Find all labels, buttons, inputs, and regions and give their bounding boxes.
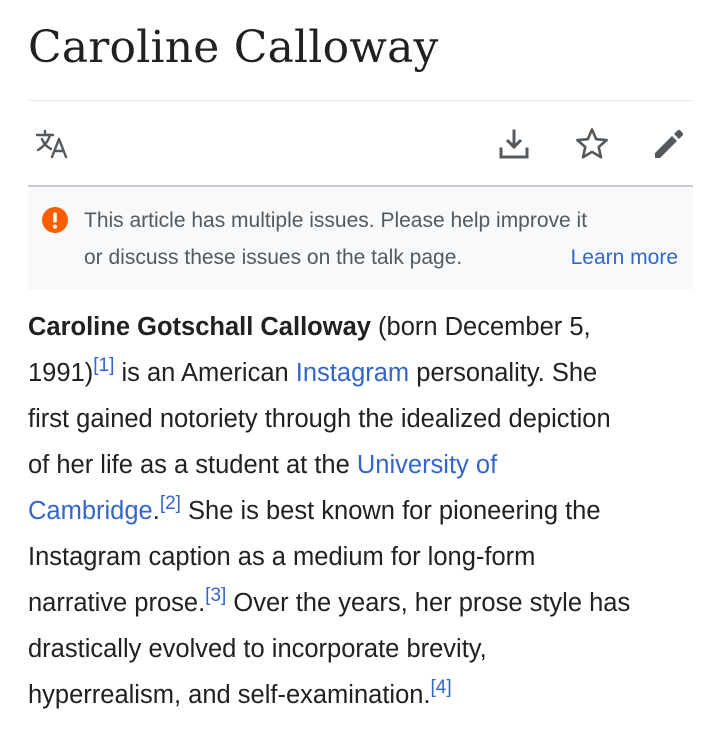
exclamation-circle-icon xyxy=(42,207,68,233)
issues-notice-box: This article has multiple issues. Please… xyxy=(28,187,693,290)
article-line-1: Caroline Gotschall Calloway (born Decemb… xyxy=(28,313,591,341)
article-line-5: Cambridge.[2] She is best known for pion… xyxy=(28,493,601,525)
reference-1[interactable]: [1] xyxy=(93,355,114,376)
pencil-icon xyxy=(655,129,684,158)
article-lead-paragraph: Caroline Gotschall Calloway (born Decemb… xyxy=(28,304,708,718)
article-line-2: 1991)[1] is an American Instagram person… xyxy=(28,355,598,387)
article-line-4: of her life as a student at the Universi… xyxy=(28,451,498,479)
page-title: Caroline Calloway xyxy=(28,22,439,73)
download-button[interactable] xyxy=(494,124,534,164)
language-button[interactable] xyxy=(32,124,72,164)
title-divider xyxy=(28,100,693,101)
university-of-cambridge-link-cont[interactable]: Cambridge xyxy=(28,497,153,525)
article-line-6: Instagram caption as a medium for long-f… xyxy=(28,543,536,571)
learn-more-link[interactable]: Learn more xyxy=(571,239,678,276)
edit-button[interactable] xyxy=(649,124,689,164)
translate-icon xyxy=(35,129,68,159)
download-icon xyxy=(499,129,529,159)
notice-line-1: This article has multiple issues. Please… xyxy=(84,209,588,232)
university-of-cambridge-link[interactable]: University of xyxy=(357,451,497,479)
article-line-9: hyperrealism, and self-examination.[4] xyxy=(28,677,452,709)
article-line-3: first gained notoriety through the ideal… xyxy=(28,405,611,433)
reference-4[interactable]: [4] xyxy=(431,677,452,698)
watch-star-button[interactable] xyxy=(572,124,612,164)
reference-3[interactable]: [3] xyxy=(205,585,226,606)
reference-2[interactable]: [2] xyxy=(160,493,181,514)
article-line-7: narrative prose.[3] Over the years, her … xyxy=(28,585,631,617)
instagram-link[interactable]: Instagram xyxy=(296,359,409,387)
subject-name: Caroline Gotschall Calloway xyxy=(28,313,371,341)
article-line-8: drastically evolved to incorporate brevi… xyxy=(28,635,487,663)
star-icon xyxy=(576,128,608,159)
page-actions-toolbar xyxy=(28,102,693,186)
